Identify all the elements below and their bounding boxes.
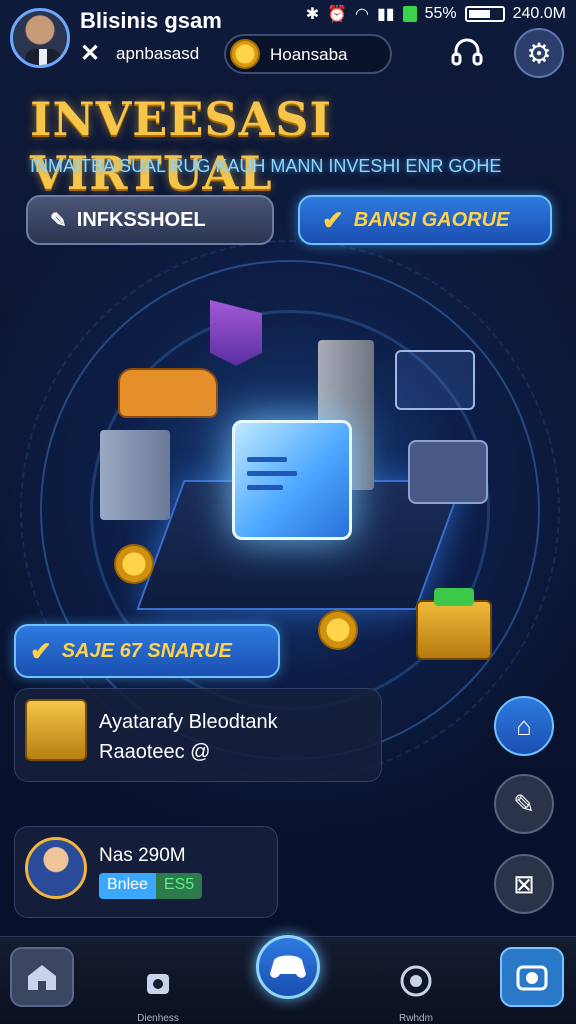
check-icon: ✔ xyxy=(30,635,52,666)
currency-search-pill[interactable]: Hoansaba xyxy=(224,34,392,74)
crate-icon xyxy=(25,699,87,761)
player-card[interactable]: Nas 290M Bnlee ES5 xyxy=(14,826,278,918)
info-card-subtitle: Raaoteec @ xyxy=(99,741,211,763)
right-action-label: BANSI GAORUE xyxy=(353,208,510,231)
robot-icon: ⊠ xyxy=(513,868,535,899)
battery-icon xyxy=(464,6,505,22)
check-icon: ✔ xyxy=(322,204,344,235)
target-icon xyxy=(384,951,448,1011)
cube-line xyxy=(247,471,297,476)
top-bar: Blisinis gsam ✕ apnbasasd ✱ ⏰ ◠ ▮▮ 55% 2… xyxy=(0,0,576,90)
nav-shop-label: Dienhess xyxy=(137,1013,179,1024)
nav-camera[interactable] xyxy=(500,947,564,1007)
info-card[interactable]: Ayatarafy Bleodtank Raaoteec @ xyxy=(14,688,382,782)
alarm-icon: ⏰ xyxy=(327,6,348,23)
cube-line xyxy=(247,485,283,490)
bluetooth-icon: ✱ xyxy=(305,6,320,23)
monitor-icon[interactable] xyxy=(395,350,475,410)
close-icon[interactable]: ✕ xyxy=(80,42,100,66)
treasure-chest-icon[interactable] xyxy=(416,588,492,660)
player-name: Nas 290M xyxy=(99,845,186,866)
avatar-shirt xyxy=(39,49,47,65)
coin-stack-icon[interactable] xyxy=(318,610,358,650)
pencil-icon: ✎ xyxy=(513,788,535,819)
truck-icon[interactable] xyxy=(408,440,488,504)
battery-percent: 55% xyxy=(424,5,457,22)
nav-home[interactable] xyxy=(10,947,74,1007)
coin-stack-icon[interactable] xyxy=(114,544,154,584)
car-icon[interactable] xyxy=(118,368,218,418)
account-label: apnbasasd xyxy=(116,44,200,63)
left-action-label: INFKSSHOEL xyxy=(76,208,206,231)
gamepad-icon xyxy=(256,935,320,999)
save-game-button[interactable]: ✔ SAJE 67 SNARUE xyxy=(14,624,280,678)
page-subtitle: INMAITBA SUAL RUG KAUH MANN INVESHI ENR … xyxy=(30,156,502,176)
pencil-icon: ✎ xyxy=(50,209,67,232)
nav-center[interactable] xyxy=(256,935,320,999)
chest-lid xyxy=(434,588,474,606)
cube-line xyxy=(247,457,287,462)
gear-icon: ⚙ xyxy=(526,37,552,69)
wifi-icon: ◠ xyxy=(355,6,369,23)
side-robot-button[interactable]: ⊠ xyxy=(494,854,554,914)
side-edit-button[interactable]: ✎ xyxy=(494,774,554,834)
player-tag-a: Bnlee xyxy=(99,873,156,899)
signal-icon: ▮▮ xyxy=(376,6,395,23)
player-tag: Bnlee ES5 xyxy=(99,873,203,899)
home-icon xyxy=(10,947,74,1007)
bottom-nav: Dienhess Rwhdm xyxy=(0,935,576,1024)
camera-icon xyxy=(500,947,564,1007)
info-card-title: Ayatarafy Bleodtank xyxy=(99,711,278,733)
side-map-button[interactable]: ⌂ xyxy=(494,696,554,756)
nav-game[interactable]: Rwhdm xyxy=(384,951,448,1024)
right-action-button[interactable]: ✔ BANSI GAORUE xyxy=(298,195,552,245)
profile-avatar[interactable] xyxy=(10,8,70,68)
coin-icon xyxy=(230,39,260,69)
page-title: INVEESASI VIRTUAL xyxy=(30,92,333,200)
search-pill-label: Hoansaba xyxy=(270,45,348,64)
data-cube-icon[interactable] xyxy=(232,420,352,540)
bag-icon xyxy=(126,951,190,1011)
left-action-button[interactable]: ✎ INFKSSHOEL xyxy=(26,195,274,245)
shield-icon[interactable] xyxy=(210,300,262,366)
map-pin-icon: ⌂ xyxy=(516,710,532,741)
status-time: 240.0M xyxy=(512,5,566,22)
player-avatar xyxy=(25,837,87,899)
status-bar: ✱ ⏰ ◠ ▮▮ 55% 240.0M xyxy=(306,4,566,24)
office-building-icon[interactable] xyxy=(100,430,170,520)
nav-game-label: Rwhdm xyxy=(399,1013,433,1024)
settings-button[interactable]: ⚙ xyxy=(514,28,564,78)
support-button[interactable] xyxy=(442,28,492,78)
nav-shop[interactable]: Dienhess xyxy=(126,951,190,1024)
game-title: Blisinis gsam xyxy=(80,8,222,33)
headset-icon xyxy=(451,38,483,66)
player-tag-b: ES5 xyxy=(155,873,203,899)
save-game-label: SAJE 67 SNARUE xyxy=(61,639,232,662)
charging-icon xyxy=(402,6,417,22)
